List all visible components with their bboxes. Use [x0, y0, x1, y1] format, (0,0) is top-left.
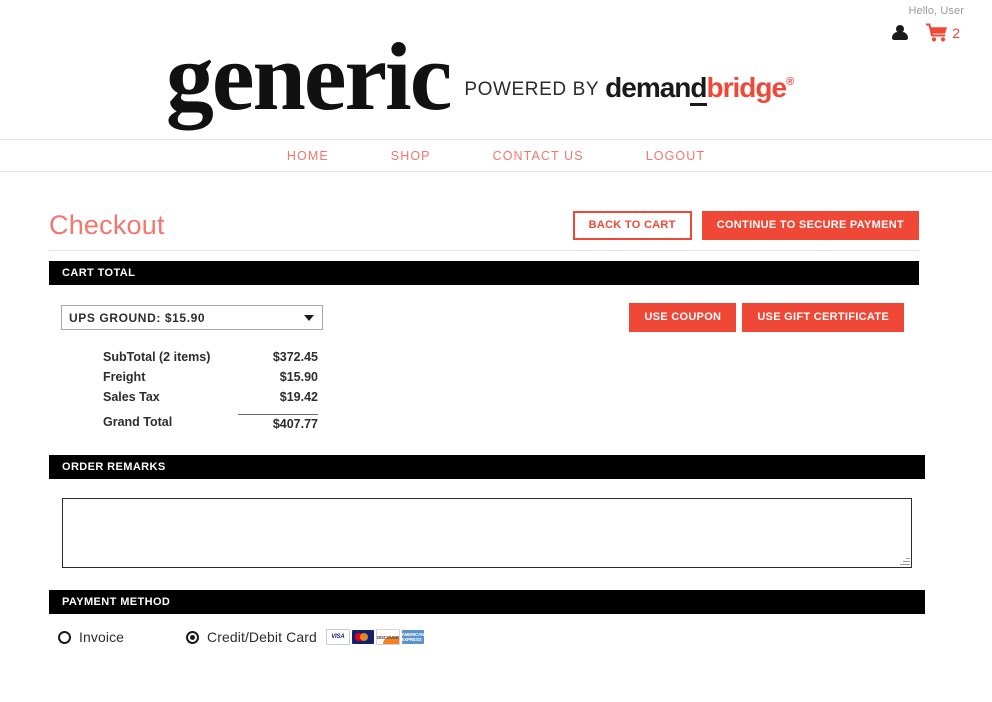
- nav-item-shop[interactable]: SHOP: [391, 149, 431, 163]
- grand-total-value: $407.77: [238, 414, 318, 431]
- partner-wordmark-bridge: bridge: [706, 71, 788, 103]
- payment-option-credit-debit-card[interactable]: Credit/Debit Card: [186, 629, 317, 645]
- nav-item-logout[interactable]: LOGOUT: [646, 149, 705, 163]
- table-row-grand-total: Grand Total $407.77: [103, 407, 318, 431]
- mastercard-circle-right: [359, 633, 368, 641]
- payment-method-options: Invoice Credit/Debit Card VISA DISCOVER …: [58, 629, 424, 645]
- partner-demand-text: deman: [605, 71, 691, 103]
- page-header-row: Checkout BACK TO CART CONTINUE TO SECURE…: [49, 205, 919, 245]
- table-row: SubTotal (2 items) $372.45: [103, 347, 318, 367]
- payment-option-invoice-label: Invoice: [79, 629, 125, 645]
- payment-option-credit-debit-card-label: Credit/Debit Card: [207, 629, 317, 645]
- visa-card-logo: VISA: [325, 629, 350, 645]
- order-remarks-textarea[interactable]: [62, 498, 912, 568]
- brand-wordmark: generic: [165, 22, 452, 130]
- continue-to-secure-payment-button[interactable]: CONTINUE TO SECURE PAYMENT: [701, 210, 919, 240]
- header-divider: [49, 250, 919, 251]
- section-header-order-remarks: ORDER REMARKS: [49, 455, 925, 479]
- discover-card-label: DISCOVER: [376, 634, 399, 640]
- shipping-method-value: UPS GROUND: $15.90: [69, 310, 206, 325]
- section-header-cart-total: CART TOTAL: [49, 261, 919, 285]
- nav-item-contact-us[interactable]: CONTACT US: [493, 149, 584, 163]
- page-title: Checkout: [49, 210, 165, 240]
- sales-tax-value: $19.42: [279, 390, 318, 404]
- shipping-method-select[interactable]: UPS GROUND: $15.90: [61, 305, 323, 330]
- subtotal-value: $372.45: [272, 350, 318, 364]
- amex-card-logo: AMERICAN EXPRESS: [401, 630, 424, 644]
- registered-mark: ®: [786, 75, 795, 88]
- use-coupon-button[interactable]: USE COUPON: [629, 303, 737, 332]
- radio-credit-debit-card[interactable]: [186, 630, 199, 644]
- payment-option-invoice[interactable]: Invoice: [58, 629, 186, 645]
- freight-value: $15.90: [279, 370, 318, 384]
- discover-card-logo: DISCOVER: [375, 629, 400, 645]
- back-to-cart-button[interactable]: BACK TO CART: [572, 210, 692, 240]
- section-header-payment-method: PAYMENT METHOD: [49, 590, 925, 614]
- amex-card-label: AMERICAN EXPRESS: [401, 632, 424, 642]
- logo-inner: generic POWERED BY demand bridge ®: [165, 22, 795, 130]
- sales-tax-label: Sales Tax: [103, 390, 160, 404]
- mastercard-card-logo: [351, 630, 374, 644]
- grand-total-label: Grand Total: [103, 415, 173, 429]
- accepted-card-logos: VISA DISCOVER AMERICAN EXPRESS: [325, 629, 424, 645]
- chevron-down-icon: [304, 314, 314, 321]
- freight-label: Freight: [103, 370, 146, 384]
- nav-item-home[interactable]: HOME: [287, 149, 329, 163]
- main-navigation: HOME SHOP CONTACT US LOGOUT: [0, 139, 992, 172]
- table-row: Sales Tax $19.42: [103, 387, 318, 407]
- powered-by-label: POWERED BY: [464, 78, 600, 100]
- site-logo[interactable]: generic POWERED BY demand bridge ®: [0, 14, 992, 139]
- partner-demand-underlined-d: d: [690, 71, 708, 106]
- table-row: Freight $15.90: [103, 367, 318, 387]
- coupon-actions: USE COUPON USE GIFT CERTIFICATE: [629, 303, 904, 332]
- partner-wordmark-demand: demand: [605, 71, 708, 106]
- use-gift-certificate-button[interactable]: USE GIFT CERTIFICATE: [742, 303, 904, 332]
- cart-totals-table: SubTotal (2 items) $372.45 Freight $15.9…: [103, 347, 318, 431]
- page-header-actions: BACK TO CART CONTINUE TO SECURE PAYMENT: [572, 210, 919, 240]
- subtotal-label: SubTotal (2 items): [103, 350, 211, 364]
- radio-invoice[interactable]: [58, 630, 71, 644]
